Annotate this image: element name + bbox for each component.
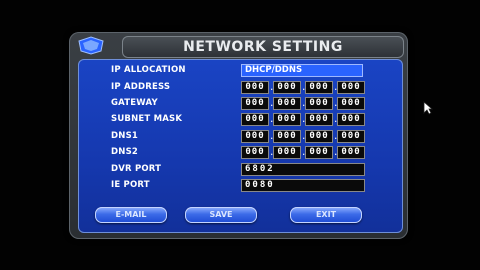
gateway-label: GATEWAY (111, 98, 158, 108)
subnet-mask-label: SUBNET MASK (111, 114, 183, 124)
exit-button[interactable]: EXIT (290, 207, 362, 223)
logo-icon (78, 36, 104, 55)
row-ip-allocation: IP ALLOCATION DHCP/DDNS (78, 64, 403, 78)
dns1-octet-4[interactable]: 000 (337, 130, 365, 143)
dvr-port-input[interactable]: 6802 (241, 163, 365, 176)
dns2-octet-3[interactable]: 000 (305, 146, 333, 159)
dvr-port-label: DVR PORT (111, 164, 162, 174)
ip-address-octet-2[interactable]: 000 (273, 81, 301, 94)
row-ie-port: IE PORT 0080 (78, 179, 403, 193)
dialog-title: NETWORK SETTING (183, 39, 343, 55)
row-ip-address: IP ADDRESS 000 . 000 . 000 . 000 (78, 81, 403, 95)
ip-allocation-label: IP ALLOCATION (111, 65, 186, 75)
gateway-field: 000 . 000 . 000 . 000 (241, 97, 365, 110)
row-dns1: DNS1 000 . 000 . 000 . 000 (78, 130, 403, 144)
row-subnet-mask: SUBNET MASK 000 . 000 . 000 . 000 (78, 113, 403, 127)
subnet-mask-octet-2[interactable]: 000 (273, 113, 301, 126)
subnet-mask-octet-4[interactable]: 000 (337, 113, 365, 126)
gateway-octet-1[interactable]: 000 (241, 97, 269, 110)
mouse-pointer-icon (423, 101, 433, 115)
ip-address-label: IP ADDRESS (111, 82, 171, 92)
gateway-octet-2[interactable]: 000 (273, 97, 301, 110)
dns2-label: DNS2 (111, 147, 139, 157)
dns1-octet-3[interactable]: 000 (305, 130, 333, 143)
subnet-mask-octet-3[interactable]: 000 (305, 113, 333, 126)
gateway-octet-4[interactable]: 000 (337, 97, 365, 110)
network-setting-dialog: NETWORK SETTING IP ALLOCATION DHCP/DDNS … (69, 32, 408, 239)
ip-address-octet-4[interactable]: 000 (337, 81, 365, 94)
row-dns2: DNS2 000 . 000 . 000 . 000 (78, 146, 403, 160)
title-bar: NETWORK SETTING (122, 36, 404, 58)
row-dvr-port: DVR PORT 6802 (78, 163, 403, 177)
dns1-field: 000 . 000 . 000 . 000 (241, 130, 365, 143)
dns2-field: 000 . 000 . 000 . 000 (241, 146, 365, 159)
dns1-octet-2[interactable]: 000 (273, 130, 301, 143)
dns2-octet-4[interactable]: 000 (337, 146, 365, 159)
dns2-octet-2[interactable]: 000 (273, 146, 301, 159)
ip-address-field: 000 . 000 . 000 . 000 (241, 81, 365, 94)
email-button[interactable]: E-MAIL (95, 207, 167, 223)
row-gateway: GATEWAY 000 . 000 . 000 . 000 (78, 97, 403, 111)
dns1-octet-1[interactable]: 000 (241, 130, 269, 143)
settings-panel: IP ALLOCATION DHCP/DDNS IP ADDRESS 000 .… (78, 59, 403, 233)
ip-address-octet-1[interactable]: 000 (241, 81, 269, 94)
dns1-label: DNS1 (111, 131, 139, 141)
screen: NETWORK SETTING IP ALLOCATION DHCP/DDNS … (0, 0, 480, 270)
ie-port-label: IE PORT (111, 180, 150, 190)
subnet-mask-field: 000 . 000 . 000 . 000 (241, 113, 365, 126)
ip-allocation-select[interactable]: DHCP/DDNS (241, 64, 363, 77)
ie-port-input[interactable]: 0080 (241, 179, 365, 192)
save-button[interactable]: SAVE (185, 207, 257, 223)
subnet-mask-octet-1[interactable]: 000 (241, 113, 269, 126)
dns2-octet-1[interactable]: 000 (241, 146, 269, 159)
ip-address-octet-3[interactable]: 000 (305, 81, 333, 94)
gateway-octet-3[interactable]: 000 (305, 97, 333, 110)
